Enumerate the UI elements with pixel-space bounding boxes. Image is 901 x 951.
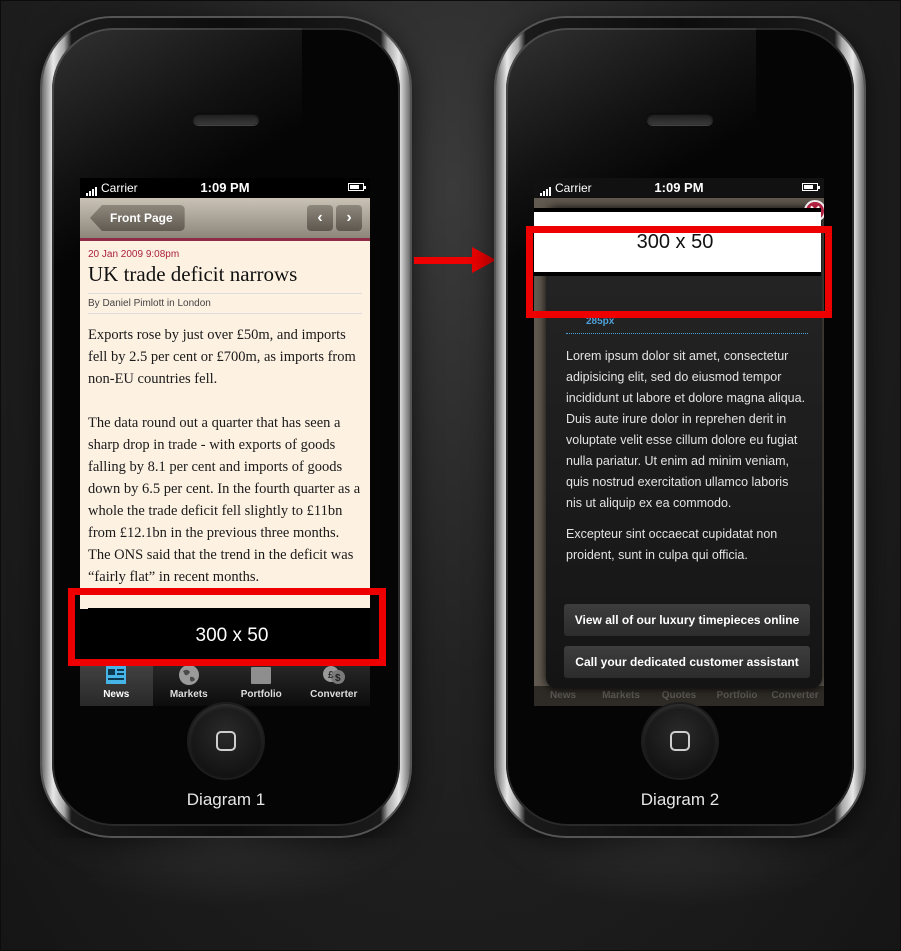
folder-icon bbox=[251, 667, 272, 684]
battery-icon bbox=[348, 183, 366, 191]
caption-diagram-2: Diagram 2 bbox=[640, 790, 720, 809]
front-page-back-button[interactable]: Front Page bbox=[90, 205, 185, 231]
tab-label: Portfolio bbox=[240, 689, 282, 700]
globe-icon bbox=[178, 665, 199, 685]
overlay-body-text: Lorem ipsum dolor sit amet, consectetur … bbox=[566, 346, 806, 576]
tab-label: Converter bbox=[310, 689, 358, 700]
article-paragraph: Exports rose by just over £50m, and impo… bbox=[88, 327, 356, 387]
dimmed-tab-label: News bbox=[549, 690, 577, 701]
article-body: 20 Jan 2009 9:08pm UK trade deficit narr… bbox=[80, 241, 370, 609]
tab-markets[interactable]: Markets bbox=[153, 660, 226, 706]
article-headline: UK trade deficit narrows bbox=[88, 262, 298, 286]
speaker-grille bbox=[193, 113, 259, 125]
currency-icon: £ $ bbox=[322, 666, 345, 684]
article-pager: ‹ › bbox=[307, 205, 362, 231]
dimmed-tab-label: Converter bbox=[771, 690, 819, 701]
speaker-grille bbox=[647, 113, 713, 125]
svg-text:£: £ bbox=[328, 670, 334, 681]
ad-highlight-box-1 bbox=[68, 588, 386, 666]
tab-news[interactable]: News bbox=[80, 660, 153, 706]
dimension-guide-line bbox=[566, 333, 808, 334]
phone-diagram-2: Carrier 1:09 PM News Markets Quotes Port… bbox=[496, 18, 864, 836]
dimmed-tab-label: Markets bbox=[602, 690, 640, 701]
newspaper-icon bbox=[106, 666, 127, 684]
status-bar: Carrier 1:09 PM bbox=[534, 178, 824, 198]
prev-article-button[interactable]: ‹ bbox=[307, 205, 333, 231]
home-square-icon bbox=[670, 731, 690, 751]
tab-bar: News Markets Portfolio £ $ Converter bbox=[80, 660, 370, 706]
article-dateline: 20 Jan 2009 9:08pm bbox=[88, 249, 180, 260]
phone-diagram-1: Carrier 1:09 PM Front Page ‹ › 20 Jan 20… bbox=[42, 18, 410, 836]
home-button[interactable] bbox=[189, 704, 263, 778]
next-article-button[interactable]: › bbox=[336, 205, 362, 231]
status-time: 1:09 PM bbox=[200, 180, 250, 195]
battery-icon bbox=[802, 183, 820, 191]
home-button[interactable] bbox=[643, 704, 717, 778]
connector-arrow-line bbox=[414, 257, 474, 264]
dimmed-tab-label: Portfolio bbox=[716, 690, 758, 701]
tab-portfolio[interactable]: Portfolio bbox=[225, 660, 298, 706]
ad-highlight-box-2 bbox=[526, 226, 832, 318]
svg-text:$: $ bbox=[335, 673, 341, 684]
connector-arrow-head-icon bbox=[472, 247, 496, 273]
phone-reflection bbox=[42, 838, 410, 908]
dimmed-tab-bar: News Markets Quotes Portfolio Converter bbox=[534, 686, 824, 706]
overlay-paragraph: Lorem ipsum dolor sit amet, consectetur … bbox=[566, 349, 806, 510]
view-timepieces-button[interactable]: View all of our luxury timepieces online bbox=[564, 604, 810, 636]
phone-reflection bbox=[496, 838, 864, 908]
home-square-icon bbox=[216, 731, 236, 751]
tab-label: News bbox=[103, 689, 130, 700]
tab-converter[interactable]: £ $ Converter bbox=[298, 660, 371, 706]
article-paragraph: The data round out a quarter that has se… bbox=[88, 415, 361, 585]
overlay-paragraph: Excepteur sint occaecat cupidatat non pr… bbox=[566, 527, 778, 562]
article-byline: By Daniel Pimlott in London bbox=[88, 293, 362, 314]
call-assistant-button[interactable]: Call your dedicated customer assistant bbox=[564, 646, 810, 678]
nav-bar: Front Page ‹ › bbox=[80, 198, 370, 241]
dimmed-tab-label: Quotes bbox=[661, 690, 697, 701]
status-bar: Carrier 1:09 PM bbox=[80, 178, 370, 198]
caption-diagram-1: Diagram 1 bbox=[186, 790, 266, 809]
tab-label: Markets bbox=[169, 689, 208, 700]
status-time: 1:09 PM bbox=[654, 180, 704, 195]
